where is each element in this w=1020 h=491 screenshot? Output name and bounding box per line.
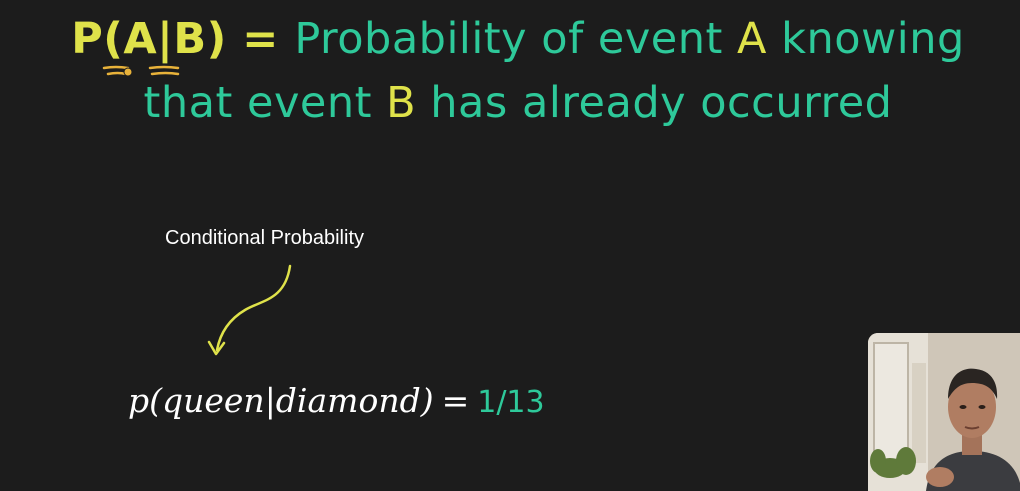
notation-b: B: [173, 14, 207, 64]
underline-marks: [102, 65, 180, 76]
headline-line1-tail: knowing: [766, 14, 965, 64]
curved-arrow: [215, 264, 292, 352]
caption-conditional-probability: Conditional Probability: [165, 227, 365, 249]
headline-line-1: P(A|B) = Probability of event A knowing: [8, 18, 1020, 61]
formula-expression: p(queen|diamond): [128, 381, 434, 420]
notation-a: A: [123, 14, 158, 64]
headline-line2-text: that event: [143, 78, 387, 128]
headline-line1-text: Probability of event: [294, 14, 738, 64]
notation-p: P(: [71, 14, 124, 64]
formula-equals: =: [441, 381, 470, 420]
notation-equals: =: [226, 14, 295, 64]
headline-line-2: that event B has already occurred: [8, 82, 1020, 125]
notation-close: ): [206, 14, 227, 64]
presenter-webcam: [868, 333, 1020, 491]
arrow-head-icon: [207, 340, 226, 356]
formula-result: 1/13: [477, 385, 545, 420]
headline-event-b: B: [386, 78, 417, 128]
slide: P(A|B) = Probability of event A knowing …: [0, 0, 1020, 491]
headline-line2-tail: has already occurred: [416, 78, 893, 128]
formula: p(queen|diamond) = 1/13: [128, 384, 545, 418]
headline-event-a: A: [737, 14, 767, 64]
presenter-video-icon: [868, 333, 1020, 491]
notation-bar: |: [157, 14, 174, 64]
cursor-dot: [123, 67, 133, 77]
